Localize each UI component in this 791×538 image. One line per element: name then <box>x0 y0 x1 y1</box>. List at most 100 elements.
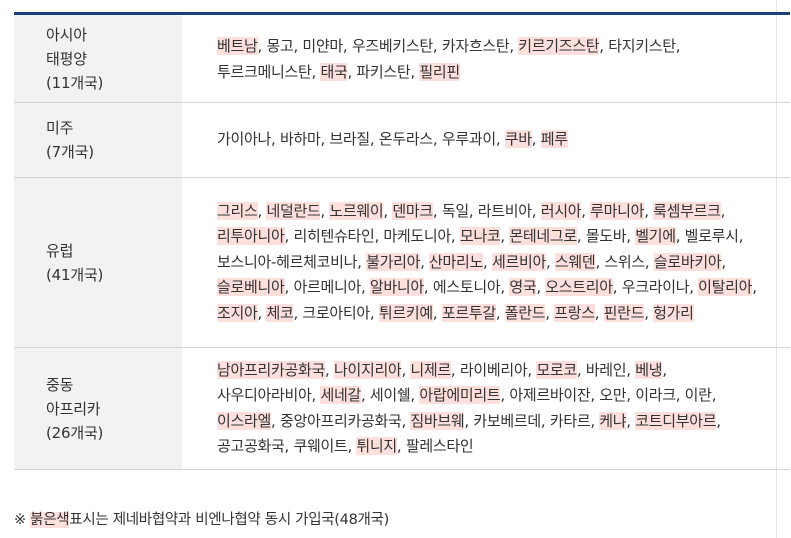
region-cell: 아시아 태평양 (11개국) <box>14 15 182 102</box>
country-name: 이탈리아 <box>698 278 753 297</box>
country-name: 체코 <box>266 303 294 322</box>
region-cell: 미주 (7개국) <box>14 103 182 177</box>
country-name: 스위스 <box>604 252 645 271</box>
country-name: 남아프리카공화국 <box>217 360 326 379</box>
country-list: 그리스, 네덜란드, 노르웨이, 덴마크, 독일, 라트비아, 러시아, 루마니… <box>217 201 757 322</box>
region-name: 아시아 <box>46 25 87 44</box>
region-name-line2: 태평양 <box>46 49 87 68</box>
country-list: 베트남, 몽고, 미얀마, 우즈베키스탄, 카자흐스탄, 키르기즈스탄, 타지키… <box>217 37 681 81</box>
country-name: 산마리노 <box>429 252 484 271</box>
country-name: 핀란드 <box>603 303 645 322</box>
country-name: 세네갈 <box>320 386 361 404</box>
country-name: 오스트리아 <box>545 278 613 297</box>
region-count: (7개국) <box>46 143 94 161</box>
footnote-highlight: 붉은색 <box>30 512 70 528</box>
country-name: 베냉 <box>635 360 663 379</box>
country-name: 모나코 <box>459 227 501 246</box>
country-name: 키르기즈스탄 <box>518 37 600 55</box>
region-name-line2: 아프리카 <box>46 399 101 418</box>
table-row-middle-east-africa: 중동 아프리카 (26개국) 남아프리카공화국, 나이지리아, 니제르, 라이베… <box>14 348 790 470</box>
country-name: 아랍에미리트 <box>419 386 501 404</box>
country-name: 룩셈부르크 <box>653 201 721 220</box>
country-name: 케냐 <box>599 411 627 430</box>
country-name: 노르웨이 <box>329 201 384 220</box>
region-count: (41개국) <box>46 265 104 284</box>
country-name: 태국 <box>320 62 348 81</box>
country-name: 브라질 <box>329 130 370 149</box>
country-name: 투르크메니스탄 <box>217 62 312 81</box>
country-name: 덴마크 <box>392 201 433 220</box>
country-name: 니제르 <box>410 360 451 379</box>
country-name: 벨로루시 <box>684 227 739 246</box>
country-name: 모로코 <box>536 360 577 379</box>
country-name: 아르메니아 <box>293 278 361 297</box>
country-name: 영국 <box>509 278 537 297</box>
country-name: 중앙아프리카공화국 <box>279 411 402 430</box>
country-name: 마케도니아 <box>383 227 451 246</box>
region-cell: 중동 아프리카 (26개국) <box>14 348 182 469</box>
region-name: 미주 <box>46 119 74 137</box>
country-name: 루마니아 <box>590 201 645 220</box>
country-list: 가이아나, 바하마, 브라질, 온두라스, 우루과이, 쿠바, 페루 <box>217 130 568 149</box>
countries-cell: 그리스, 네덜란드, 노르웨이, 덴마크, 독일, 라트비아, 러시아, 루마니… <box>182 178 790 347</box>
country-name: 리투아니아 <box>217 227 285 246</box>
country-name: 파키스탄 <box>356 62 411 81</box>
country-name: 짐바브웨 <box>410 411 465 430</box>
country-name: 공고공화국 <box>217 437 285 455</box>
country-name: 바레인 <box>585 360 627 379</box>
footnote: ※ 붉은색표시는 제네바협약과 비엔나협약 동시 가입국(48개국) <box>14 508 389 529</box>
country-name: 그리스 <box>217 201 258 220</box>
country-name: 이라크 <box>635 386 676 404</box>
country-name: 몰도바 <box>585 227 627 246</box>
country-name: 나이지리아 <box>333 360 402 379</box>
table-row-europe: 유럽 (41개국) 그리스, 네덜란드, 노르웨이, 덴마크, 독일, 라트비아… <box>14 178 790 348</box>
country-table: 아시아 태평양 (11개국) 베트남, 몽고, 미얀마, 우즈베키스탄, 카자흐… <box>14 12 790 470</box>
country-name: 타지키스탄 <box>608 37 676 55</box>
country-name: 리히텐슈타인 <box>293 227 375 246</box>
country-name: 헝가리 <box>653 303 694 322</box>
country-name: 오만 <box>599 386 627 404</box>
country-list: 남아프리카공화국, 나이지리아, 니제르, 라이베리아, 모로코, 바레인, 베… <box>217 360 721 455</box>
country-name: 우즈베키스탄 <box>351 37 433 55</box>
country-name: 세이쉘 <box>369 386 411 404</box>
country-name: 프랑스 <box>554 303 595 322</box>
country-name: 라이베리아 <box>459 360 528 379</box>
country-name: 슬로베니아 <box>217 278 285 297</box>
region-count: (26개국) <box>46 423 104 442</box>
country-name: 아제르바이잔 <box>509 386 591 404</box>
country-name: 이스라엘 <box>217 411 272 430</box>
country-name: 우크라이나 <box>621 278 690 297</box>
country-name: 미얀마 <box>302 37 343 55</box>
country-name: 세르비아 <box>491 252 546 271</box>
country-name: 베트남 <box>217 37 258 55</box>
country-name: 에스토니아 <box>432 278 501 297</box>
country-name: 필리핀 <box>419 62 460 81</box>
country-name: 크로아티아 <box>302 303 370 322</box>
country-name: 독일 <box>441 201 469 220</box>
country-name: 네덜란드 <box>266 201 321 220</box>
footnote-prefix: ※ <box>14 512 31 528</box>
region-cell: 유럽 (41개국) <box>14 178 182 347</box>
country-name: 튀르키예 <box>378 303 433 322</box>
country-name: 카타르 <box>549 411 591 430</box>
country-name: 코트디부아르 <box>635 411 717 430</box>
country-name: 가이아나 <box>217 130 272 149</box>
country-name: 튀니지 <box>356 437 397 455</box>
country-name: 보스니아-헤르체코비나 <box>217 252 358 271</box>
country-name: 벨기에 <box>635 227 676 246</box>
country-name: 쿠바 <box>504 130 532 149</box>
region-name: 중동 <box>46 375 74 394</box>
countries-cell: 가이아나, 바하마, 브라질, 온두라스, 우루과이, 쿠바, 페루 <box>182 103 790 177</box>
region-name: 유럽 <box>46 241 74 260</box>
region-count: (11개국) <box>46 73 104 92</box>
country-name: 슬로바키아 <box>653 252 722 271</box>
country-name: 라트비아 <box>477 201 532 220</box>
table-row-americas: 미주 (7개국) 가이아나, 바하마, 브라질, 온두라스, 우루과이, 쿠바,… <box>14 103 790 178</box>
country-name: 카자흐스탄 <box>441 37 510 55</box>
country-name: 포르투갈 <box>441 303 496 322</box>
country-name: 사우디아라비아 <box>217 386 312 404</box>
country-name: 우루과이 <box>441 130 496 149</box>
countries-cell: 남아프리카공화국, 나이지리아, 니제르, 라이베리아, 모로코, 바레인, 베… <box>182 348 790 469</box>
country-name: 팔레스타인 <box>405 437 474 455</box>
country-name: 러시아 <box>540 201 582 220</box>
